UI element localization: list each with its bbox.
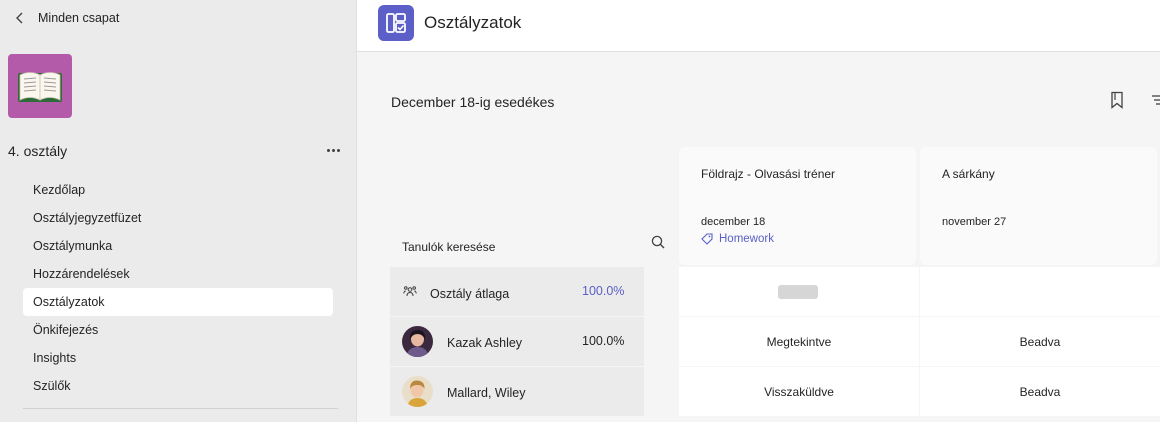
sidebar-item-classwork[interactable]: Osztálymunka xyxy=(23,232,333,260)
bookmark-icon[interactable] xyxy=(1109,91,1125,109)
more-dot-icon xyxy=(326,148,330,152)
assignment-column-2[interactable]: A sárkány november 27 xyxy=(920,147,1157,265)
avatar[interactable] xyxy=(402,326,433,357)
grade-cell[interactable]: Megtekintve xyxy=(679,317,919,366)
more-options-button[interactable] xyxy=(322,141,344,159)
person-photo-icon xyxy=(402,376,433,407)
sidebar-item-parents[interactable]: Szülők xyxy=(23,372,333,400)
sidebar-divider xyxy=(23,408,338,409)
grade-cell[interactable]: Beadva xyxy=(920,317,1160,366)
more-dot-icon xyxy=(336,148,340,152)
team-avatar xyxy=(8,54,72,118)
row-label-cell: Osztály átlaga 100.0% xyxy=(390,267,644,316)
grades-app-icon xyxy=(378,5,414,41)
class-average-percent: 100.0% xyxy=(582,284,625,298)
tag-icon xyxy=(701,233,713,245)
class-average-row: Osztály átlaga 100.0% xyxy=(390,267,1160,316)
page-title: Osztályzatok xyxy=(424,13,522,32)
due-date-heading: December 18-ig esedékes xyxy=(391,94,555,110)
back-to-all-teams[interactable]: Minden csapat xyxy=(14,8,119,28)
table-row: Mallard, Wiley Visszaküldve Beadva xyxy=(390,367,1160,416)
sidebar-item-insights[interactable]: Insights xyxy=(23,344,333,372)
assignment-title: A sárkány xyxy=(942,167,995,181)
assignment-date: december 18 xyxy=(701,216,766,228)
book-icon xyxy=(18,72,62,102)
assignment-column-1[interactable]: Földrajz - Olvasási tréner december 18 H… xyxy=(679,147,916,265)
sidebar-item-class-notebook[interactable]: Osztályjegyzetfüzet xyxy=(23,204,333,232)
filter-icon[interactable] xyxy=(1151,93,1160,107)
team-name: 4. osztály xyxy=(8,143,68,159)
grades-icon xyxy=(386,13,406,33)
student-percent xyxy=(582,367,652,416)
search-icon[interactable] xyxy=(651,235,665,249)
sidebar-item-reflect[interactable]: Önkifejezés xyxy=(23,316,333,344)
row-label-cell: Mallard, Wiley xyxy=(390,367,644,416)
table-row: Kazak Ashley 100.0% Megtekintve Beadva xyxy=(390,317,1160,366)
student-search-label: Tanulók keresése xyxy=(402,240,496,254)
person-photo-icon xyxy=(402,326,433,357)
student-name[interactable]: Kazak Ashley xyxy=(447,336,522,350)
grade-cell[interactable]: Beadva xyxy=(920,367,1160,416)
sidebar-item-grades[interactable]: Osztályzatok xyxy=(23,288,333,316)
people-group-icon xyxy=(403,286,417,297)
avatar[interactable] xyxy=(402,376,433,407)
student-name[interactable]: Mallard, Wiley xyxy=(447,386,526,400)
grade-cell[interactable] xyxy=(920,267,1160,316)
assignment-tag[interactable]: Homework xyxy=(701,233,774,245)
back-label: Minden csapat xyxy=(38,11,120,25)
channel-nav: Kezdőlap Osztályjegyzetfüzet Osztálymunk… xyxy=(23,176,333,400)
grades-main: December 18-ig esedékes Földrajz - Olvas… xyxy=(357,53,1160,422)
grade-cell[interactable]: Visszaküldve xyxy=(679,367,919,416)
assignment-title: Földrajz - Olvasási tréner xyxy=(701,167,836,181)
more-dot-icon xyxy=(331,148,335,152)
row-label-cell: Kazak Ashley 100.0% xyxy=(390,317,644,366)
loading-placeholder xyxy=(778,285,818,299)
tag-label: Homework xyxy=(719,233,774,245)
assignment-date: november 27 xyxy=(942,216,1007,228)
grade-cell[interactable] xyxy=(679,267,919,316)
sidebar: Minden csapat 4. osztály Kezdőlap Osztál… xyxy=(0,0,357,422)
sidebar-item-kezdolap[interactable]: Kezdőlap xyxy=(23,176,333,204)
sidebar-item-assignments[interactable]: Hozzárendelések xyxy=(23,260,333,288)
chevron-left-icon xyxy=(16,12,23,24)
app-header: Osztályzatok xyxy=(357,0,1160,52)
student-percent: 100.0% xyxy=(582,334,625,348)
class-average-label: Osztály átlaga xyxy=(430,287,510,301)
